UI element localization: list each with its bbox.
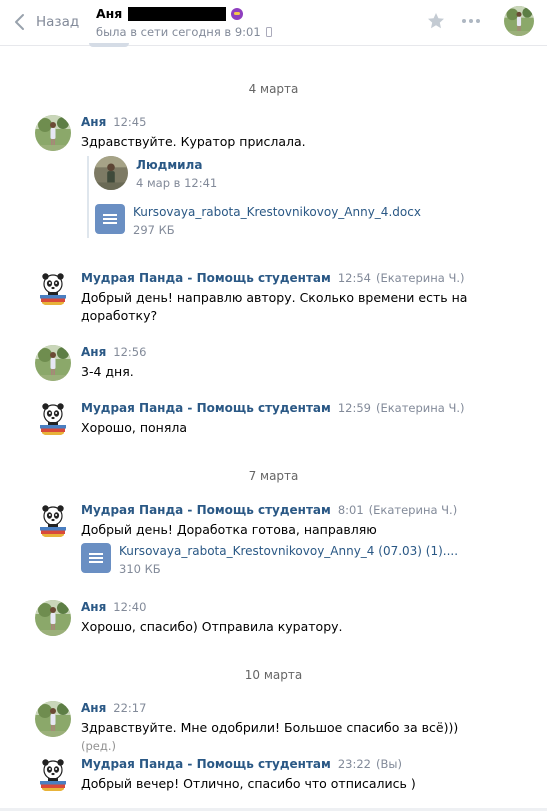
date-separator: 7 марта: [248, 469, 299, 483]
star-icon[interactable]: [426, 11, 446, 31]
message-author[interactable]: Мудрая Панда - Помощь студентам: [81, 503, 331, 517]
message-text: Добрый день! Доработка готова, направляю: [81, 522, 377, 537]
document-name[interactable]: Kursovaya_rabota_Krestovnikovoy_Anny_4 (…: [119, 543, 458, 559]
message-time[interactable]: 12:56: [113, 345, 146, 359]
avatar[interactable]: [35, 271, 71, 307]
more-icon[interactable]: [462, 19, 480, 23]
avatar[interactable]: [35, 757, 71, 793]
message-author[interactable]: Мудрая Панда - Помощь студентам: [81, 271, 331, 285]
message: Мудрая Панда - Помощь студентам 8:01 (Ек…: [35, 503, 535, 579]
message-time[interactable]: 8:01: [338, 503, 364, 517]
message-text: Здравствуйте. Мне одобрили! Большое спас…: [81, 719, 481, 755]
contact-first-name: Аня: [96, 6, 123, 21]
edited-mark: (ред.): [81, 739, 116, 753]
message: Аня 12:56 3-4 дня.: [35, 345, 535, 385]
message: Аня 12:40 Хорошо, спасибо) Отправила кур…: [35, 600, 535, 640]
chat-header: Назад Аня была в сети сегодня в 9:01: [0, 0, 547, 46]
profile-emoji-icon: [231, 7, 244, 20]
message-header: Мудрая Панда - Помощь студентам 12:54 (Е…: [81, 271, 465, 285]
message-body: Здравствуйте. Мне одобрили! Большое спас…: [81, 720, 459, 735]
message-header: Аня 12:45: [81, 115, 146, 129]
message-author[interactable]: Аня: [81, 600, 106, 614]
message-author[interactable]: Аня: [81, 115, 106, 129]
online-status: была в сети сегодня в 9:01: [96, 25, 272, 39]
message-header: Аня 22:17: [81, 701, 146, 715]
back-label: Назад: [36, 14, 80, 30]
message-sender: (Вы): [375, 757, 402, 771]
message: Мудрая Панда - Помощь студентам 12:54 (Е…: [35, 271, 535, 327]
document-icon: [95, 204, 125, 234]
message-author[interactable]: Мудрая Панда - Помощь студентам: [81, 401, 331, 415]
message-author[interactable]: Мудрая Панда - Помощь студентам: [81, 757, 331, 771]
contact-avatar[interactable]: [504, 6, 534, 36]
document-attachment[interactable]: Kursovaya_rabota_Krestovnikovoy_Anny_4.d…: [95, 204, 421, 238]
message-text: Хорошо, спасибо) Отправила куратору.: [81, 619, 343, 634]
message-header: Мудрая Панда - Помощь студентам 12:59 (Е…: [81, 401, 465, 415]
message-author[interactable]: Аня: [81, 701, 106, 715]
contact-name[interactable]: Аня: [96, 6, 244, 21]
date-separator: 10 марта: [244, 668, 303, 682]
avatar[interactable]: [35, 600, 71, 636]
message-sender: (Екатерина Ч.): [375, 401, 465, 415]
message-text: Здравствуйте. Куратор прислала.: [81, 134, 306, 149]
message-time[interactable]: 12:54: [338, 271, 371, 285]
forwarded-date[interactable]: 4 мар в 12:41: [136, 176, 217, 190]
message-time[interactable]: 23:22: [338, 757, 371, 771]
document-icon: [81, 543, 111, 573]
message-time[interactable]: 22:17: [113, 701, 146, 715]
message-header: Аня 12:56: [81, 345, 146, 359]
message: Аня 22:17 Здравствуйте. Мне одобрили! Бо…: [35, 701, 535, 753]
document-attachment[interactable]: Kursovaya_rabota_Krestovnikovoy_Anny_4 (…: [81, 543, 458, 577]
message-time[interactable]: 12:59: [338, 401, 371, 415]
forwarded-author[interactable]: Людмила: [136, 158, 202, 172]
message-sender: (Екатерина Ч.): [368, 503, 458, 517]
online-status-text: была в сети сегодня в 9:01: [96, 25, 261, 39]
document-size: 310 КБ: [119, 562, 161, 576]
message-text: Добрый день! направлю автору. Сколько вр…: [81, 290, 468, 323]
message-time[interactable]: 12:40: [113, 600, 146, 614]
document-name[interactable]: Kursovaya_rabota_Krestovnikovoy_Anny_4.d…: [133, 204, 421, 220]
date-separator: 4 марта: [248, 82, 299, 96]
avatar[interactable]: [35, 345, 71, 381]
avatar[interactable]: [35, 701, 71, 737]
message-text: Хорошо, поняла: [81, 420, 187, 435]
message-sender: (Екатерина Ч.): [375, 271, 465, 285]
message-header: Аня 12:40: [81, 600, 146, 614]
redacted-surname: [128, 6, 227, 21]
forwarded-message: Людмила 4 мар в 12:41 Kursovaya_rabota_K…: [87, 156, 447, 238]
message-text: Добрый вечер! Отлично, спасибо что отпис…: [81, 776, 416, 791]
message: Мудрая Панда - Помощь студентам 12:59 (Е…: [35, 401, 535, 441]
document-size: 297 КБ: [133, 223, 175, 237]
chevron-left-icon: [15, 14, 24, 30]
avatar[interactable]: [35, 503, 71, 539]
avatar[interactable]: [94, 156, 128, 190]
message-header: Мудрая Панда - Помощь студентам 23:22 (В…: [81, 757, 402, 771]
message-author[interactable]: Аня: [81, 345, 106, 359]
message-text: 3-4 дня.: [81, 364, 134, 379]
scroll-edge: [89, 43, 129, 47]
avatar[interactable]: [35, 115, 71, 151]
mobile-icon: [265, 27, 272, 37]
message: Аня 12:45 Здравствуйте. Куратор прислала…: [35, 115, 535, 255]
avatar[interactable]: [35, 401, 71, 437]
message: Мудрая Панда - Помощь студентам 23:22 (В…: [35, 757, 535, 797]
message-header: Мудрая Панда - Помощь студентам 8:01 (Ек…: [81, 503, 457, 517]
message-time[interactable]: 12:45: [113, 115, 146, 129]
back-button[interactable]: Назад: [12, 12, 79, 32]
